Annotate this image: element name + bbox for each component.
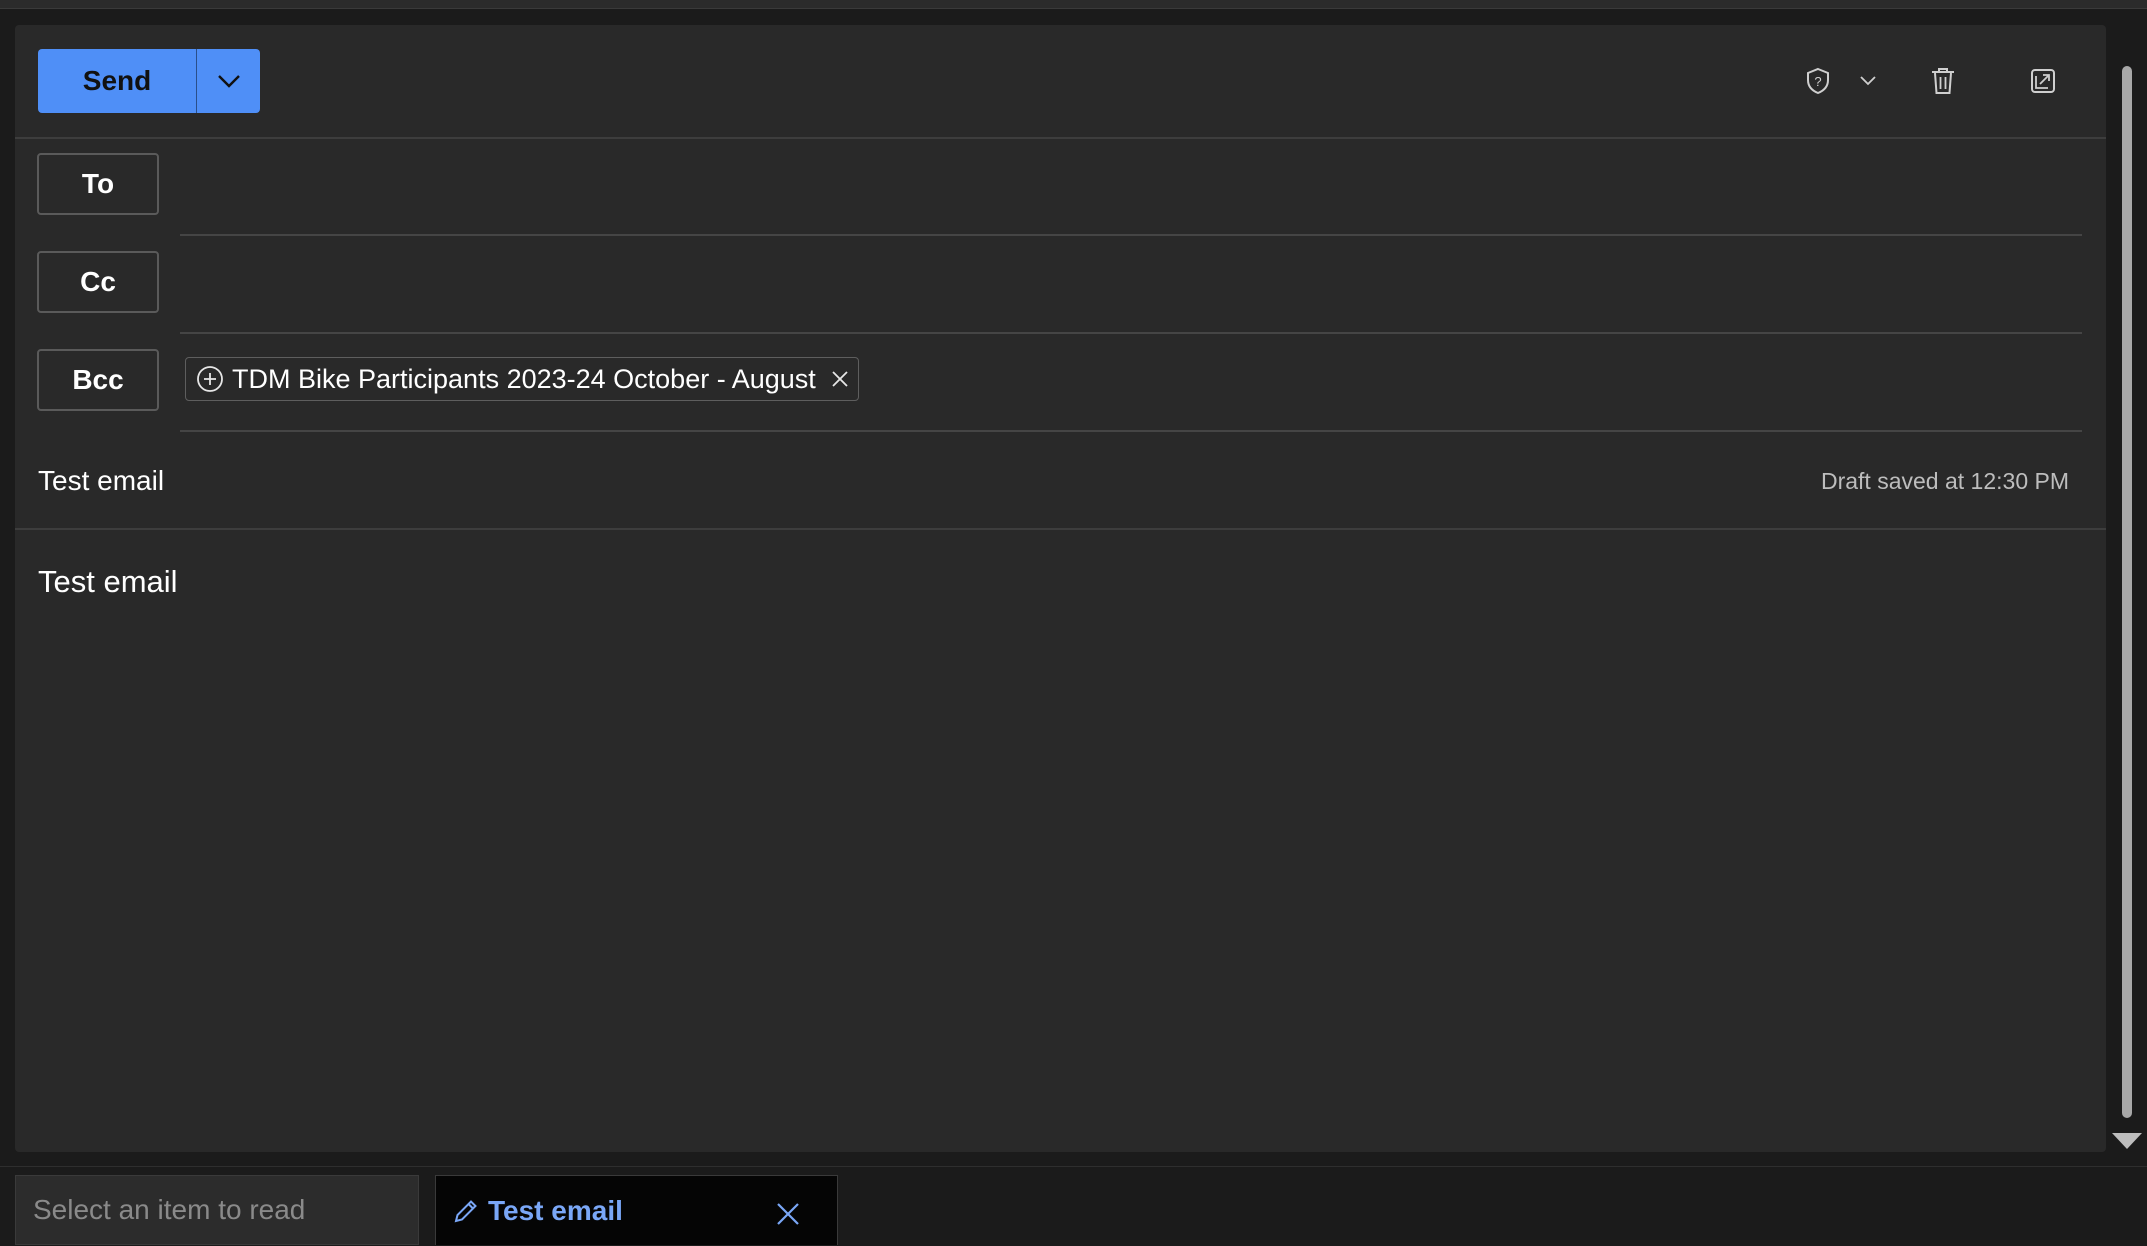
bcc-chip-label: TDM Bike Participants 2023-24 October - …: [232, 363, 816, 394]
subject-input[interactable]: Test email: [38, 465, 164, 497]
message-body[interactable]: Test email: [38, 564, 178, 600]
cc-button[interactable]: Cc: [37, 251, 159, 313]
draft-status: Draft saved at 12:30 PM: [1820, 468, 2069, 494]
scrollbar-thumb[interactable]: [2122, 66, 2132, 1118]
discard-button[interactable]: [1925, 63, 1961, 99]
send-options-dropdown[interactable]: [197, 49, 260, 113]
toolbar-divider: [15, 137, 2106, 139]
compose-toolbar: Send ?: [15, 25, 2106, 137]
subject-divider: [15, 528, 2106, 530]
send-button-group: Send: [38, 49, 260, 113]
close-icon[interactable]: [830, 369, 850, 389]
scroll-down-arrow[interactable]: [2112, 1133, 2142, 1149]
bcc-field-line: [180, 430, 2082, 432]
sensitivity-dropdown[interactable]: [1850, 63, 1886, 99]
bcc-recipient-chip[interactable]: TDM Bike Participants 2023-24 October - …: [185, 357, 859, 401]
svg-text:?: ?: [1814, 74, 1821, 89]
tab-reading-pane[interactable]: Select an item to read: [15, 1175, 419, 1245]
bcc-button[interactable]: Bcc: [37, 349, 159, 411]
popout-button[interactable]: [2025, 63, 2061, 99]
reading-pane-placeholder: Select an item to read: [33, 1194, 306, 1225]
close-icon: [777, 1203, 799, 1225]
compose-pane: Send ? To Cc Bcc TDM Bike Participants 2…: [15, 25, 2106, 1152]
chevron-down-icon: [1860, 76, 1876, 86]
trash-icon: [1932, 68, 1954, 94]
cc-input[interactable]: [180, 251, 2082, 329]
chevron-down-icon: [217, 75, 240, 88]
to-field-line: [180, 234, 2082, 236]
open-in-new-window-icon: [2031, 69, 2055, 93]
shield-question-icon: ?: [1807, 67, 1829, 95]
to-button[interactable]: To: [37, 153, 159, 215]
sensitivity-button[interactable]: ?: [1800, 63, 1836, 99]
pencil-icon: [454, 1199, 477, 1222]
send-button[interactable]: Send: [38, 49, 196, 113]
top-strip: [0, 0, 2147, 9]
draft-tab-label: Test email: [488, 1194, 623, 1226]
plus-circle-icon[interactable]: [196, 365, 224, 393]
cc-field-line: [180, 332, 2082, 334]
to-input[interactable]: [180, 153, 2082, 231]
close-draft-tab-button[interactable]: [772, 1198, 804, 1230]
